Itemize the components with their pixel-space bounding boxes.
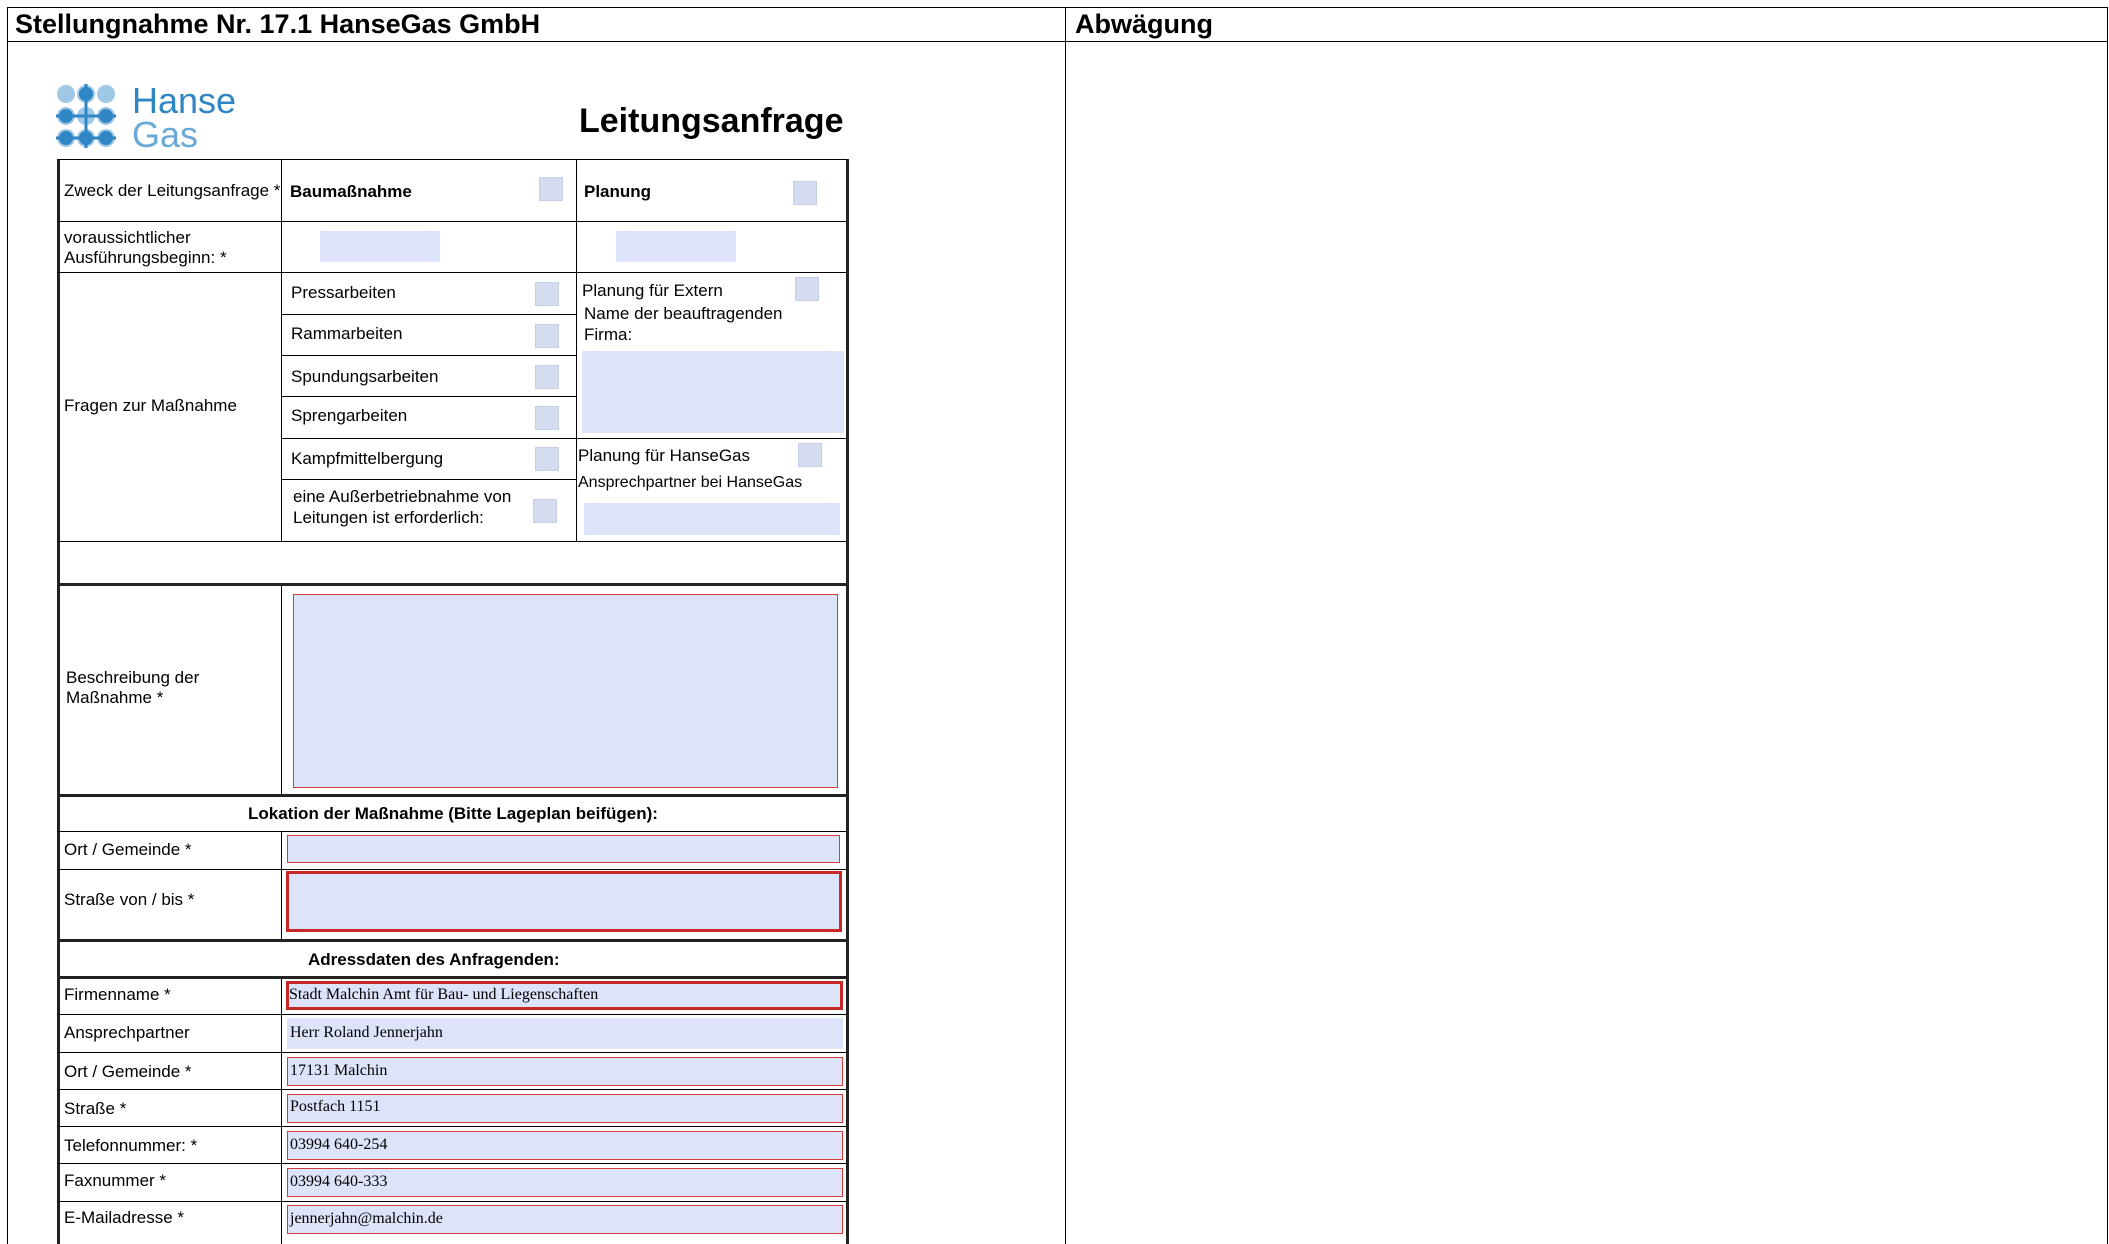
telefon-value: 03994 640-254 [290,1136,388,1153]
row-line [281,396,577,397]
address-ort-value: 17131 Malchin [290,1062,388,1079]
ausserbetrieb-checkbox[interactable] [533,499,557,523]
row-line [57,1201,847,1202]
form-left-border [57,159,60,1244]
address-label-ansprechpartner: Ansprechpartner [64,1023,190,1042]
ansprechpartner-hansegas-label: Ansprechpartner bei HanseGas [578,474,803,491]
fragen-item-spundungsarbeiten: Spundungsarbeiten [291,367,439,386]
row-line [281,479,577,480]
rammarbeiten-checkbox[interactable] [535,324,559,348]
spundungsarbeiten-checkbox[interactable] [535,365,559,389]
logo-text-gas: Gas [132,114,199,155]
address-label-ort: Ort / Gemeinde * [64,1062,192,1081]
adress-header: Adressdaten des Anfragenden: [308,950,560,969]
beschreibung-field[interactable] [293,594,838,788]
fragen-item-kampfmittelbergung: Kampfmittelbergung [291,449,444,468]
row-line-thick [57,939,847,942]
row-line [57,541,847,542]
planung-hansegas-label: Planung für HanseGas [578,446,750,465]
row-line [57,1163,847,1164]
hansegas-logo-icon [56,84,116,148]
ausfuehrung-baumassnahme-field[interactable] [320,231,440,262]
row-line [57,1089,847,1090]
address-label-email: E-Mailadresse * [64,1208,184,1227]
ausserbetrieb-label-line1: eine Außerbetriebnahme von [293,487,512,506]
row-line [57,1014,847,1015]
row-line [576,438,847,439]
kampfmittelbergung-checkbox[interactable] [535,447,559,471]
row-line [281,355,577,356]
left-column-title: Stellungnahme Nr. 17.1 HanseGas GmbH [15,9,541,39]
ansprechpartner-hansegas-field[interactable] [584,503,840,535]
fragen-item-pressarbeiten: Pressarbeiten [291,283,396,302]
row-line [57,221,847,222]
fragen-item-sprengarbeiten: Sprengarbeiten [291,406,408,425]
fragen-label: Fragen zur Maßnahme [64,396,237,415]
ausfuehrung-planung-field[interactable] [616,231,736,262]
hansegas-logo: Hanse Gas [56,80,256,155]
row-line [281,314,577,315]
ort-gemeinde-field[interactable] [287,835,840,863]
lokation-header: Lokation der Maßnahme (Bitte Lageplan be… [248,804,658,823]
strasse-von-bis-field[interactable] [286,871,842,932]
row-line-thick [57,794,847,797]
baumassnahme-label: Baumaßnahme [290,182,412,201]
form-col-divider-2 [576,159,577,541]
name-firma-field[interactable] [582,351,844,433]
row-line [57,869,847,870]
email-value: jennerjahn@malchin.de [290,1210,443,1227]
name-firma-label-line2: Firma: [584,325,633,344]
row-line-thick [57,583,847,586]
fax-value: 03994 640-333 [290,1173,388,1190]
planung-label: Planung [584,182,652,201]
fragen-item-rammarbeiten: Rammarbeiten [291,324,403,343]
ausserbetrieb-label-line2: Leitungen ist erforderlich: [293,508,484,527]
form-col-divider-1 [281,159,282,541]
planung-hansegas-checkbox[interactable] [798,443,822,467]
row-line [281,438,577,439]
logo-text-hanse: Hanse [132,80,237,121]
address-label-telefon: Telefonnummer: * [64,1136,198,1155]
address-label-firmenname: Firmenname * [64,985,171,1004]
form-right-border [846,159,849,1244]
ort-gemeinde-label: Ort / Gemeinde * [64,840,192,859]
ausfuehrung-label-line1: voraussichtlicher [64,228,191,247]
form-col-divider-address [281,976,282,1244]
outer-header-divider [7,41,2108,42]
row-line [57,1052,847,1053]
row-line-thick [57,976,847,979]
beschreibung-label-line1: Beschreibung der [66,668,200,687]
form-title: Leitungsanfrage [579,102,844,140]
planung-extern-checkbox[interactable] [795,277,819,301]
right-column-title: Abwägung [1075,9,1213,39]
address-strasse-value: Postfach 1151 [290,1098,381,1115]
beschreibung-label-line2: Maßnahme * [66,688,164,707]
name-firma-label-line1: Name der beauftragenden [584,304,783,323]
pressarbeiten-checkbox[interactable] [535,282,559,306]
row-line [57,1126,847,1127]
strasse-von-bis-label: Straße von / bis * [64,890,195,909]
address-label-fax: Faxnummer * [64,1171,167,1190]
baumassnahme-checkbox[interactable] [539,177,563,201]
planung-checkbox[interactable] [793,181,817,205]
planung-extern-label: Planung für Extern [582,281,723,300]
ausfuehrung-label-line2: Ausführungsbeginn: * [64,248,227,267]
row-line [57,831,847,832]
address-label-strasse: Straße * [64,1099,127,1118]
row-line [57,272,847,273]
form-col-divider-desc [281,583,282,794]
outer-column-divider [1065,7,1066,1244]
form-top-border [57,159,847,160]
sprengarbeiten-checkbox[interactable] [535,406,559,430]
ansprechpartner-value: Herr Roland Jennerjahn [290,1024,443,1041]
firmenname-value: Stadt Malchin Amt für Bau- und Liegensch… [289,986,599,1003]
zweck-label: Zweck der Leitungsanfrage * [64,181,281,200]
form-col-divider-lokation [281,831,282,939]
